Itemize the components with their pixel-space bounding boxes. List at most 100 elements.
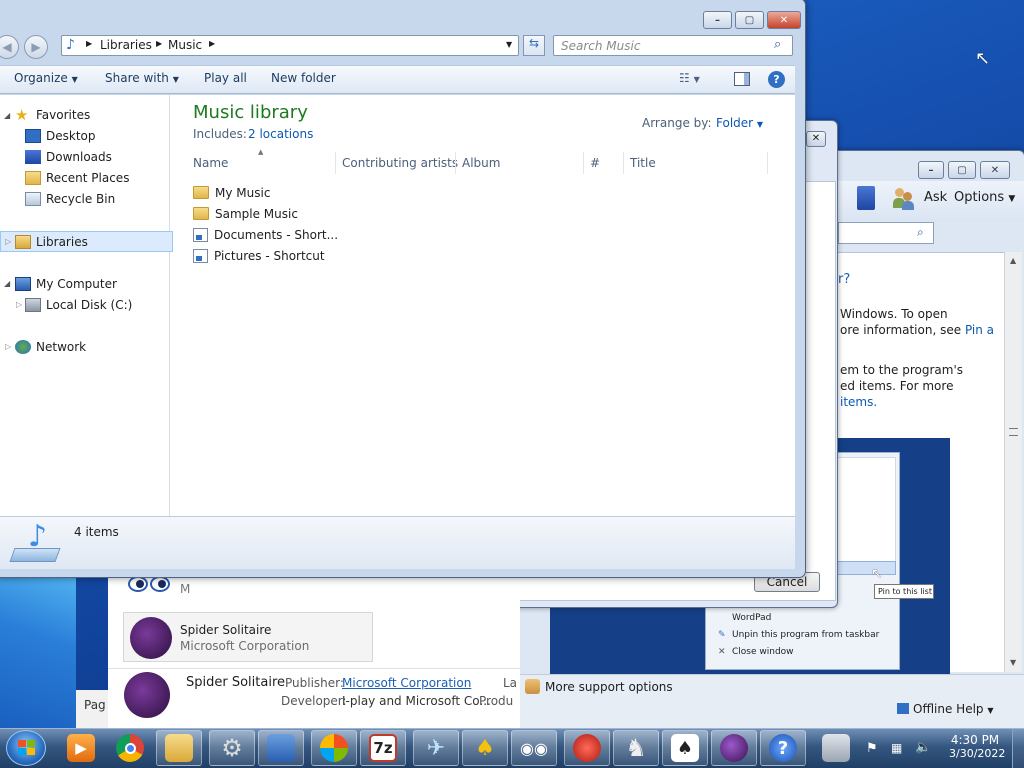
shortcut-icon xyxy=(193,248,208,263)
taskbar-chrome[interactable] xyxy=(107,730,153,766)
column-title[interactable]: Title xyxy=(630,156,656,170)
taskbar-windows-update[interactable] xyxy=(311,730,357,766)
back-button[interactable]: ◀ xyxy=(0,35,19,59)
taskbar-7zip[interactable]: 7z xyxy=(360,730,406,766)
refresh-button[interactable]: ⇆ xyxy=(523,35,545,56)
scroll-down-icon[interactable]: ▼ xyxy=(1010,658,1016,667)
taskbar-device[interactable] xyxy=(813,730,859,766)
volume-icon[interactable]: 🔈 xyxy=(915,740,931,755)
items-link[interactable]: items. xyxy=(840,394,1000,410)
nav-local-disk[interactable]: Local Disk (C:) xyxy=(25,295,132,315)
options-menu[interactable]: Options ▼ xyxy=(954,190,1015,205)
locations-link[interactable]: 2 locations xyxy=(248,127,313,141)
search-input[interactable]: Search Music ⌕ xyxy=(553,35,793,56)
taskbar-chess[interactable]: ♞ xyxy=(613,730,659,766)
card-publisher: Microsoft Corporation xyxy=(180,639,310,653)
desktop-icon xyxy=(25,129,41,143)
list-item[interactable]: My Music xyxy=(193,182,270,203)
list-item[interactable]: Documents - Short... xyxy=(193,224,338,245)
offline-help-menu[interactable]: Offline Help ▼ xyxy=(897,702,994,716)
taskbar-explorer[interactable] xyxy=(156,730,202,766)
help-icon[interactable]: ? xyxy=(768,71,785,88)
nav-desktop[interactable]: Desktop xyxy=(25,126,96,146)
view-options-icon[interactable]: ☷ ▼ xyxy=(679,71,700,85)
publisher-link[interactable]: Microsoft Corporation xyxy=(342,676,471,690)
help-search-input[interactable]: ⌕ xyxy=(838,222,934,244)
scroll-thumb-grip[interactable] xyxy=(1009,428,1018,436)
taskbar-solitaire[interactable]: ♠ xyxy=(662,730,708,766)
taskbar-help[interactable]: ? xyxy=(760,730,806,766)
minimize-button[interactable]: – xyxy=(703,11,732,29)
close-button[interactable]: ✕ xyxy=(767,11,801,29)
more-support-options-link[interactable]: More support options xyxy=(545,680,673,694)
help-minimize-button[interactable]: – xyxy=(918,161,944,179)
arrange-by-dropdown[interactable]: Folder ▼ xyxy=(716,116,763,130)
taskbar-eyes[interactable]: ◉◉ xyxy=(511,730,557,766)
clock[interactable]: 4:30 PM 3/30/2022 xyxy=(949,733,1005,760)
help-maximize-button[interactable]: ▢ xyxy=(948,161,976,179)
taskbar-control-panel[interactable] xyxy=(258,730,304,766)
nav-recycle-bin[interactable]: Recycle Bin xyxy=(25,189,115,209)
maximize-button[interactable]: ▢ xyxy=(735,11,764,29)
nav-favorites[interactable]: ★ Favorites xyxy=(15,105,90,125)
network-tray-icon[interactable]: ▦ xyxy=(891,741,902,755)
taskbar-record[interactable] xyxy=(564,730,610,766)
nav-network[interactable]: Network xyxy=(15,337,86,357)
includes-label: Includes: xyxy=(193,127,247,141)
expand-arrow-icon[interactable]: ▷ xyxy=(16,300,22,309)
column-separator[interactable] xyxy=(623,152,624,174)
play-all-button[interactable]: Play all xyxy=(204,71,247,85)
address-bar[interactable]: ♪ ▶ Libraries ▶ Music ▶ ▼ xyxy=(61,35,519,56)
column-name[interactable]: Name xyxy=(193,156,228,170)
breadcrumb-chevron-icon[interactable]: ▶ xyxy=(86,39,92,48)
nav-recent-places[interactable]: Recent Places xyxy=(25,168,129,188)
list-item[interactable]: Sample Music xyxy=(193,203,298,224)
taskbar-paint[interactable]: ♠ xyxy=(462,730,508,766)
scroll-up-icon[interactable]: ▲ xyxy=(1010,256,1016,265)
taskbar-settings[interactable]: ⚙ xyxy=(209,730,255,766)
column-separator[interactable] xyxy=(455,152,456,174)
pin-a-link[interactable]: Pin a xyxy=(965,323,994,337)
breadcrumb-libraries[interactable]: Libraries xyxy=(100,38,152,52)
expand-arrow-icon[interactable]: ◢ xyxy=(4,279,10,288)
column-track-number[interactable]: # xyxy=(590,156,600,170)
forward-button[interactable]: ▶ xyxy=(24,35,48,59)
expand-arrow-icon[interactable]: ▷ xyxy=(5,342,11,351)
list-item[interactable]: Pictures - Shortcut xyxy=(193,245,325,266)
expand-arrow-icon[interactable]: ▷ xyxy=(5,237,11,246)
nav-my-computer[interactable]: My Computer xyxy=(15,274,117,294)
action-center-icon[interactable]: ⚑ xyxy=(866,741,878,756)
organize-menu[interactable]: Organize ▼ xyxy=(14,71,78,85)
share-with-menu[interactable]: Share with ▼ xyxy=(105,71,179,85)
taskbar-mail[interactable]: ✈ xyxy=(413,730,459,766)
expand-arrow-icon[interactable]: ◢ xyxy=(4,111,10,120)
ask-button[interactable]: Ask xyxy=(924,190,947,205)
show-desktop-button[interactable] xyxy=(1012,729,1024,768)
nav-downloads[interactable]: Downloads xyxy=(25,147,112,167)
column-separator[interactable] xyxy=(335,152,336,174)
taskbar-media-player[interactable]: ▶ xyxy=(58,730,104,766)
breadcrumb-chevron-icon[interactable]: ▶ xyxy=(209,39,215,48)
help-scrollbar[interactable]: ▲ ▼ xyxy=(1004,252,1022,672)
taskbar-spider-solitaire[interactable] xyxy=(711,730,757,766)
ask-people-icon[interactable] xyxy=(893,186,915,210)
column-album[interactable]: Album xyxy=(462,156,500,170)
start-button[interactable] xyxy=(6,730,46,766)
history-dropdown-icon[interactable]: ▼ xyxy=(506,40,512,49)
book-icon[interactable] xyxy=(857,186,875,210)
nav-libraries[interactable]: Libraries xyxy=(15,232,88,252)
row-title: Spider Solitaire xyxy=(186,675,286,690)
store-text-fragment: La xyxy=(503,676,518,690)
column-separator[interactable] xyxy=(583,152,584,174)
new-folder-button[interactable]: New folder xyxy=(271,71,336,85)
column-contributing-artists[interactable]: Contributing artists xyxy=(342,156,458,170)
column-separator[interactable] xyxy=(767,152,768,174)
dialog-close-button[interactable]: ✕ xyxy=(806,131,826,147)
preview-pane-icon[interactable] xyxy=(734,72,750,86)
desktop-wallpaper-glow xyxy=(0,578,76,728)
spider-solitaire-card[interactable]: Spider Solitaire Microsoft Corporation xyxy=(123,612,373,662)
breadcrumb-music[interactable]: Music xyxy=(168,38,202,52)
help-close-button[interactable]: ✕ xyxy=(980,161,1010,179)
share-with-label: Share with xyxy=(105,71,169,85)
breadcrumb-chevron-icon[interactable]: ▶ xyxy=(156,39,162,48)
